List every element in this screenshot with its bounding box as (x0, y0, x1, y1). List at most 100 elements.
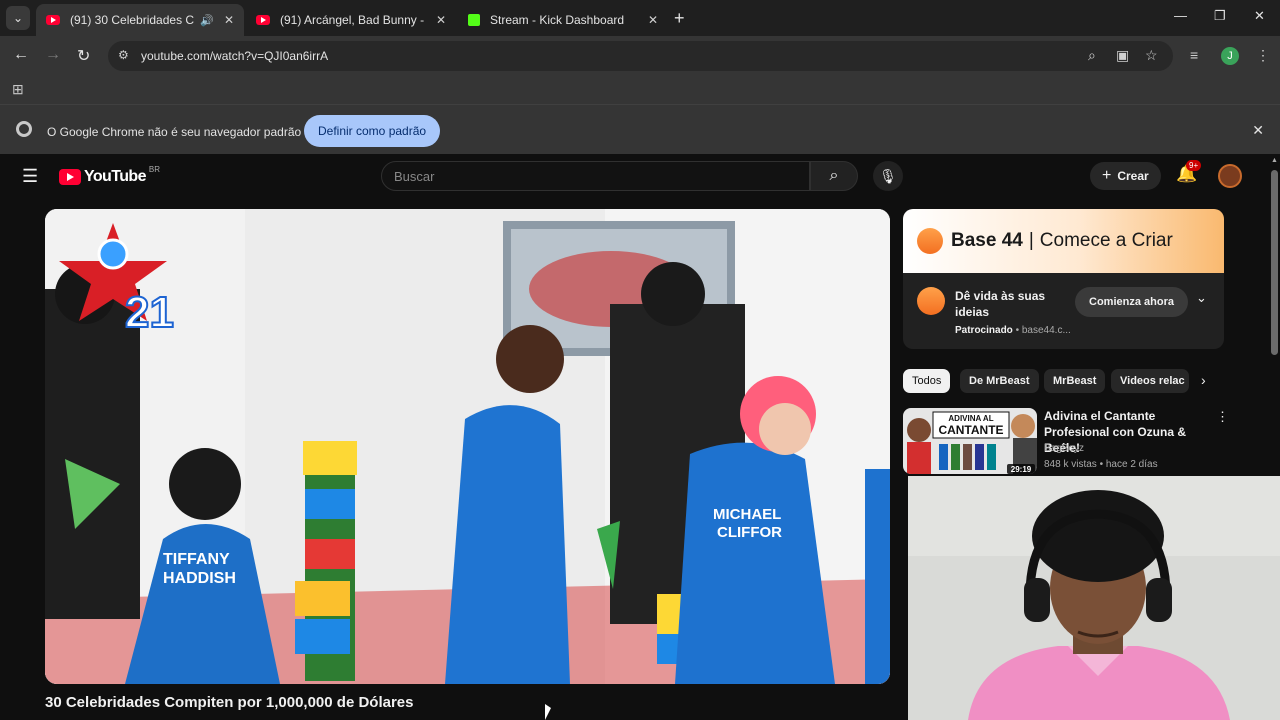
view-count: 848 k vistas (1044, 459, 1097, 470)
url-text[interactable]: youtube.com/watch?v=QJI0an6irrA (141, 49, 328, 63)
chip-mrbeast[interactable]: MrBeast (1044, 369, 1106, 393)
ad-body: Dê vida às suas ideias Patrocinado • bas… (903, 273, 1224, 349)
plus-icon: + (1102, 167, 1112, 184)
more-options-icon[interactable]: ⋮ (1216, 409, 1229, 425)
bookmarks-bar: ⊞ (0, 76, 1280, 104)
tab-strip: ⌄ (91) 30 Celebridades Comp 🔊 ✕ (91) Arc… (0, 0, 1280, 36)
tab-title: (91) Arcángel, Bad Bunny - Me (280, 13, 426, 27)
search-button[interactable]: ⌕ (810, 161, 858, 191)
close-window-icon[interactable]: ✕ (1254, 8, 1265, 24)
ad-brand: Base 44 (951, 230, 1023, 251)
youtube-favicon-icon (256, 15, 270, 25)
back-icon[interactable]: ← (13, 46, 29, 64)
search-icon: ⌕ (829, 167, 839, 184)
tab-kick-dashboard[interactable]: Stream - Kick Dashboard ✕ (458, 4, 668, 36)
close-tab-icon[interactable]: ✕ (648, 13, 658, 27)
kick-favicon-icon (468, 14, 480, 26)
profile-avatar[interactable]: J (1221, 47, 1239, 65)
create-label: Crear (1117, 169, 1149, 183)
notifications-button[interactable]: 🔔 9+ (1176, 160, 1202, 184)
chip-videos-relacionados[interactable]: Videos relac (1111, 369, 1189, 393)
video-player[interactable]: TIFFANY HADDISH MICHAEL CLIFFOR 21 (45, 209, 890, 684)
ad-headline: Dê vida às suas ideias (955, 289, 1046, 319)
search-placeholder: Buscar (394, 169, 435, 184)
jersey-name-left-2: HADDISH (163, 570, 236, 587)
voice-search-button[interactable]: 🎙 (873, 161, 903, 191)
youtube-play-icon (59, 169, 81, 185)
site-info-icon[interactable]: ⚙ (118, 48, 129, 62)
scroll-up-icon[interactable]: ▲ (1271, 157, 1278, 164)
webcam-overlay (908, 476, 1280, 720)
forward-icon[interactable]: → (45, 46, 61, 64)
upload-age: hace 2 días (1105, 459, 1158, 470)
menu-hamburger-icon[interactable]: ☰ (22, 166, 38, 187)
chip-de-mrbeast[interactable]: De MrBeast (960, 369, 1039, 393)
recommendation-thumbnail[interactable]: ADIVINA AL CANTANTE 29:19 (903, 408, 1037, 474)
zoom-icon[interactable]: ⌕ (1088, 47, 1096, 64)
address-bar[interactable]: ⚙ youtube.com/watch?v=QJI0an6irrA ⌕ ▣ ☆ (108, 41, 1173, 71)
maximize-icon[interactable]: ❐ (1214, 8, 1226, 24)
youtube-logo[interactable]: YouTube BR (59, 164, 160, 186)
bookmark-star-icon[interactable]: ☆ (1145, 47, 1158, 64)
thumbnail-text-2: CANTANTE (938, 423, 1003, 437)
ad-slogan: Comece a Criar (1039, 230, 1173, 251)
default-browser-infobar: O Google Chrome não é seu navegador padr… (0, 104, 1280, 154)
scrollbar-thumb[interactable] (1271, 170, 1278, 355)
recommendation-item[interactable]: ADIVINA AL CANTANTE 29:19 Adivina el Can… (903, 408, 1229, 478)
chrome-logo-icon (16, 121, 32, 137)
tab-celebridades[interactable]: (91) 30 Celebridades Comp 🔊 ✕ (36, 4, 244, 36)
notification-badge: 9+ (1186, 160, 1202, 171)
create-button[interactable]: + Crear (1090, 162, 1161, 190)
sponsored-ad-card[interactable]: Base 44 | Comece a Criar Dê vida às suas… (903, 209, 1224, 349)
video-title: 30 Celebridades Compiten por 1,000,000 d… (45, 694, 414, 711)
filter-chips: Todos De MrBeast MrBeast Videos relac › (903, 369, 1223, 393)
account-avatar[interactable] (1218, 164, 1242, 188)
jersey-name-right-1: MICHAEL (713, 506, 781, 523)
reload-icon[interactable]: ↻ (77, 46, 90, 66)
install-app-icon[interactable]: ▣ (1116, 47, 1129, 64)
video-frame: TIFFANY HADDISH MICHAEL CLIFFOR 21 (45, 209, 890, 684)
mouse-cursor-icon (545, 704, 551, 720)
microphone-icon: 🎙 (879, 168, 897, 184)
jersey-name-left-1: TIFFANY (163, 551, 230, 568)
browser-toolbar: ← → ↻ ⚙ youtube.com/watch?v=QJI0an6irrA … (0, 36, 1280, 76)
jersey-name-right-2: CLIFFOR (717, 524, 782, 541)
ad-sponsor-line: Patrocinado • base44.c... (955, 325, 1071, 336)
webcam-feed (908, 476, 1280, 720)
ad-separator: | (1028, 230, 1034, 251)
recommendation-meta: 848 k vistas • hace 2 días (1044, 459, 1158, 470)
close-infobar-icon[interactable]: ✕ (1252, 122, 1264, 139)
ad-domain: base44.c... (1021, 325, 1071, 336)
ad-banner[interactable]: Base 44 | Comece a Criar (903, 209, 1224, 273)
chrome-menu-icon[interactable]: ⋮ (1256, 47, 1270, 64)
search-input[interactable]: Buscar (381, 161, 810, 191)
duration-badge: 29:19 (1011, 465, 1032, 474)
country-code: BR (148, 164, 160, 174)
speaker-icon[interactable]: 🔊 (200, 14, 214, 27)
apps-grid-icon[interactable]: ⊞ (12, 81, 24, 98)
ad-cta-button[interactable]: Comienza ahora (1075, 287, 1188, 317)
close-tab-icon[interactable]: ✕ (224, 13, 234, 27)
base44-avatar-icon (917, 287, 945, 315)
reading-list-icon[interactable]: ≡ (1190, 47, 1198, 63)
minimize-icon[interactable]: — (1174, 8, 1187, 23)
tab-title: (91) 30 Celebridades Comp (70, 13, 195, 27)
chevron-right-icon[interactable]: › (1201, 372, 1206, 388)
sponsored-label: Patrocinado (955, 325, 1013, 336)
thumbnail-text-1: ADIVINA AL (948, 414, 993, 423)
recommendation-channel[interactable]: BagBoyz (1044, 443, 1084, 454)
infobar-message: O Google Chrome não é seu navegador padr… (47, 125, 302, 139)
chevron-down-icon[interactable]: ⌄ (1196, 290, 1207, 306)
base44-logo-icon (917, 228, 943, 254)
new-tab-icon[interactable]: + (674, 8, 685, 29)
thumbnail-image: ADIVINA AL CANTANTE 29:19 (903, 408, 1037, 474)
overlay-badge: 21 (125, 288, 174, 337)
close-tab-icon[interactable]: ✕ (436, 13, 446, 27)
youtube-header: ☰ YouTube BR Buscar ⌕ 🎙 + Crear 🔔 9+ (0, 155, 1268, 205)
tab-search-icon[interactable]: ⌄ (6, 6, 30, 30)
tab-title: Stream - Kick Dashboard (490, 13, 625, 27)
set-default-button[interactable]: Definir como padrão (304, 115, 441, 147)
tab-arcangel[interactable]: (91) Arcángel, Bad Bunny - Me ✕ (246, 4, 456, 36)
youtube-favicon-icon (46, 15, 60, 25)
chip-todos[interactable]: Todos (903, 369, 951, 393)
